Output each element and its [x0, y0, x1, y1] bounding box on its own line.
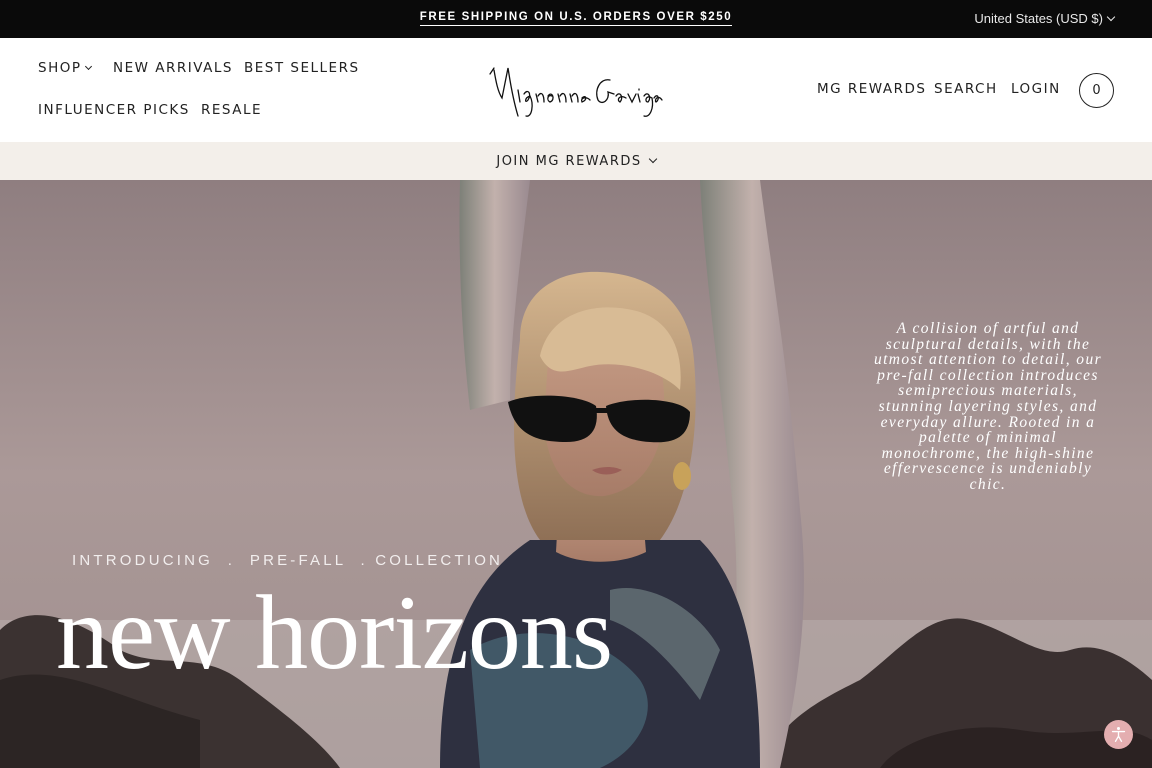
free-shipping-text[interactable]: FREE SHIPPING ON U.S. ORDERS OVER $250: [419, 11, 733, 26]
hero-banner[interactable]: A collision of artful and sculptural det…: [0, 180, 1152, 768]
cart-button[interactable]: 0: [1079, 73, 1114, 108]
join-rewards-toggle[interactable]: JOIN MG REWARDS: [496, 153, 657, 169]
nav-influencer-picks[interactable]: INFLUENCER PICKS: [38, 102, 190, 118]
brand-logo[interactable]: [488, 60, 666, 124]
nav-search[interactable]: SEARCH: [934, 81, 998, 97]
announcement-bar: FREE SHIPPING ON U.S. ORDERS OVER $250 U…: [0, 0, 1152, 38]
join-rewards-label: JOIN MG REWARDS: [496, 153, 642, 169]
rewards-bar: JOIN MG REWARDS: [0, 142, 1152, 180]
hero-intro: INTRODUCING . PRE-FALL . COLLECTION: [72, 552, 504, 569]
logo-signature: [489, 67, 663, 117]
site-header: SHOP NEW ARRIVALS BEST SELLERS INFLUENCE…: [0, 38, 1152, 142]
nav-shop[interactable]: SHOP: [38, 60, 92, 76]
nav-mg-rewards[interactable]: MG REWARDS: [817, 81, 927, 97]
hero-description: A collision of artful and sculptural det…: [873, 320, 1103, 493]
hero-headline: new horizons: [56, 574, 613, 691]
nav-login[interactable]: LOGIN: [1011, 81, 1061, 97]
nav-shop-label: SHOP: [38, 60, 82, 76]
chevron-down-icon: [1106, 12, 1116, 21]
currency-label: United States (USD $): [974, 11, 1103, 26]
cart-count: 0: [1092, 83, 1101, 98]
chevron-down-icon: [648, 154, 657, 164]
accessibility-icon: [1111, 727, 1126, 742]
nav-new-arrivals[interactable]: NEW ARRIVALS: [113, 60, 233, 76]
accessibility-button[interactable]: [1104, 720, 1133, 749]
currency-selector[interactable]: United States (USD $): [974, 11, 1116, 26]
nav-resale[interactable]: RESALE: [201, 102, 262, 118]
nav-best-sellers[interactable]: BEST SELLERS: [244, 60, 360, 76]
chevron-down-icon: [84, 62, 92, 70]
